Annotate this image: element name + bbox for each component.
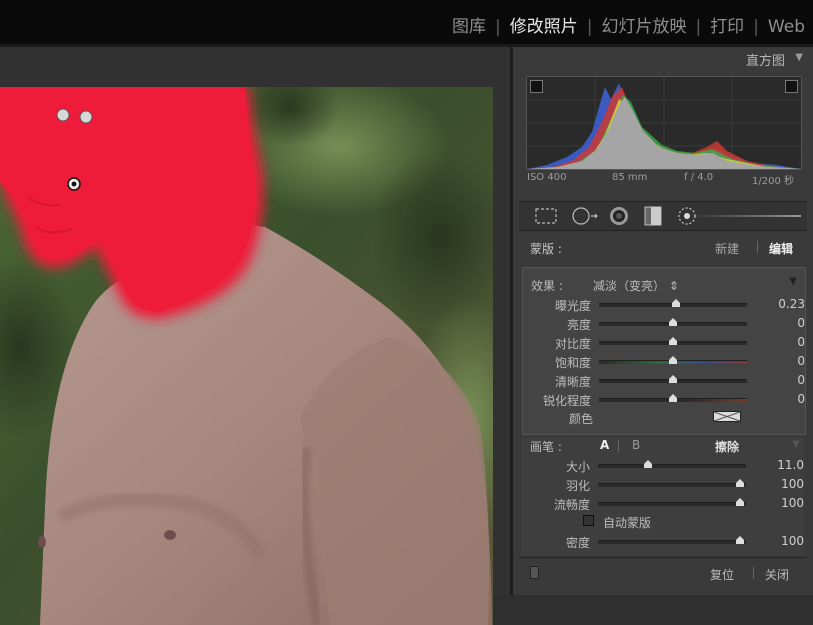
auto-mask-row: 自动蒙版: [522, 512, 804, 530]
histogram-title: 直方图: [745, 54, 785, 69]
brush-separator: [618, 440, 619, 452]
brush-collapse-icon[interactable]: ▼: [792, 439, 800, 450]
histogram-graph[interactable]: [526, 76, 802, 170]
reset-button[interactable]: 复位: [710, 566, 734, 583]
module-slideshow[interactable]: 幻灯片放映: [601, 12, 686, 37]
contrast-slider-row: 对比度 0: [523, 333, 805, 351]
collapse-triangle-icon[interactable]: ▼: [795, 52, 803, 63]
module-library[interactable]: 图库: [452, 12, 486, 37]
effect-color-row: 颜色: [523, 408, 805, 426]
brush-b-button[interactable]: B: [632, 438, 640, 452]
density-slider-label: 密度: [565, 536, 590, 550]
red-eye-icon[interactable]: [607, 206, 631, 226]
sharpness-slider-label: 锐化程度: [542, 394, 591, 408]
aperture: f / 4.0: [684, 172, 714, 183]
brush-pin[interactable]: [79, 110, 93, 124]
flow-slider-label: 流畅度: [553, 498, 590, 512]
saturation-slider-row: 饱和度 0: [523, 352, 805, 370]
size-slider-track[interactable]: [598, 464, 746, 468]
module-separator: |: [753, 17, 759, 37]
feather-slider-row: 羽化 100: [522, 475, 804, 493]
module-print[interactable]: 打印: [710, 12, 744, 37]
clarity-slider-row: 清晰度 0: [523, 371, 805, 389]
size-slider-value[interactable]: 11.0: [764, 458, 804, 472]
mask-row: 蒙版 : 新建 编辑: [519, 233, 807, 261]
contrast-slider-value[interactable]: 0: [765, 335, 805, 349]
brightness-slider-row: 亮度 0: [523, 314, 805, 332]
feather-slider-label: 羽化: [565, 479, 590, 493]
module-bar: 图库 | 修改照片 | 幻灯片放映 | 打印 | Web: [0, 0, 813, 44]
mask-edit-button[interactable]: 编辑: [769, 240, 793, 257]
color-label: 颜色: [568, 412, 593, 426]
brush-a-button[interactable]: A: [600, 438, 609, 452]
histogram-header[interactable]: 直方图 ▼: [513, 47, 813, 69]
sharpness-slider-value[interactable]: 0: [765, 392, 805, 406]
auto-mask-checkbox[interactable]: [583, 515, 594, 526]
photo-image[interactable]: [0, 87, 493, 625]
effect-label: 效果 :: [531, 279, 563, 293]
module-develop[interactable]: 修改照片: [510, 12, 578, 37]
mask-new-button[interactable]: 新建: [715, 240, 739, 257]
module-separator: |: [586, 17, 593, 37]
brush-pin-center: [71, 181, 77, 187]
adjustment-brush-icon[interactable]: [675, 206, 805, 226]
color-swatch-icon[interactable]: [713, 411, 741, 422]
brightness-slider-label: 亮度: [566, 318, 591, 332]
photo-canvas[interactable]: [0, 87, 493, 625]
effect-section: 效果 : 减淡（变亮） ⇕ ▼ 曝光度 0.23 亮度 0 对比度 0 饱和度 0 清晰度 0 锐化…: [522, 267, 806, 435]
flow-slider-value[interactable]: 100: [764, 496, 804, 510]
effect-preset-dropdown[interactable]: 减淡（变亮） ⇕: [593, 277, 679, 294]
clarity-slider-label: 清晰度: [554, 375, 591, 389]
iso-value: ISO 400: [527, 172, 567, 183]
close-button[interactable]: 关闭: [765, 566, 789, 583]
exposure-slider-row: 曝光度 0.23: [523, 295, 805, 313]
effect-preset-value: 减淡（变亮）: [593, 279, 666, 293]
histogram-svg: [527, 77, 801, 169]
develop-panel: 直方图 ▼ ISO 400 85 mm f / 4.0 1/200 秒 蒙版:…: [513, 47, 813, 595]
focal-length: 85 mm: [612, 172, 648, 183]
highlight-clip-icon[interactable]: [785, 80, 798, 93]
exposure-slider-value[interactable]: 0.23: [765, 297, 805, 311]
clarity-slider-value[interactable]: 0: [765, 373, 805, 387]
sharpness-slider-row: 锐化程度 0: [523, 390, 805, 408]
contrast-slider-label: 对比度: [554, 337, 591, 351]
crop-tool-icon[interactable]: [533, 206, 559, 226]
density-slider-value[interactable]: 100: [764, 534, 804, 548]
mask-separator: [757, 241, 758, 253]
shutter-speed: 1/200 秒: [752, 176, 794, 187]
saturation-slider-value[interactable]: 0: [765, 354, 805, 368]
panel-footer: 复位 关闭: [519, 557, 807, 586]
footer-separator: [753, 567, 754, 579]
effect-collapse-icon[interactable]: ▼: [789, 276, 797, 287]
brush-pin[interactable]: [56, 108, 70, 122]
graduated-filter-icon[interactable]: [641, 206, 665, 226]
module-separator: |: [494, 17, 501, 37]
tool-strip: [519, 201, 807, 231]
spot-removal-icon[interactable]: [569, 206, 601, 226]
saturation-slider-label: 饱和度: [554, 356, 591, 370]
module-separator: |: [695, 17, 702, 37]
module-web[interactable]: Web: [768, 17, 805, 37]
flow-slider-track[interactable]: [598, 502, 746, 506]
density-slider-row: 密度 100: [522, 532, 804, 550]
dropdown-arrows-icon: ⇕: [668, 279, 679, 293]
brightness-slider-value[interactable]: 0: [765, 316, 805, 330]
feather-slider-track[interactable]: [598, 483, 746, 487]
module-picker: 图库 | 修改照片 | 幻灯片放映 | 打印 | Web: [452, 12, 805, 37]
shadow-clip-icon[interactable]: [530, 80, 543, 93]
feather-slider-value[interactable]: 100: [764, 477, 804, 491]
mask-label: 蒙版 :: [530, 242, 562, 256]
flow-slider-row: 流畅度 100: [522, 494, 804, 512]
image-viewer[interactable]: [0, 47, 510, 625]
brush-erase-button[interactable]: 擦除: [715, 438, 739, 455]
panel-switch-icon[interactable]: [530, 566, 539, 579]
auto-mask-label: 自动蒙版: [603, 516, 652, 530]
exposure-slider-label: 曝光度: [554, 299, 591, 313]
size-slider-row: 大小 11.0: [522, 456, 804, 474]
density-slider-track[interactable]: [598, 540, 746, 544]
brush-section: 画笔 : A B 擦除 ▼ 大小 11.0 羽化 100 流畅度 100 自动蒙版 密度 1…: [522, 438, 804, 555]
brush-label: 画笔 :: [530, 440, 562, 454]
size-slider-label: 大小: [565, 460, 590, 474]
